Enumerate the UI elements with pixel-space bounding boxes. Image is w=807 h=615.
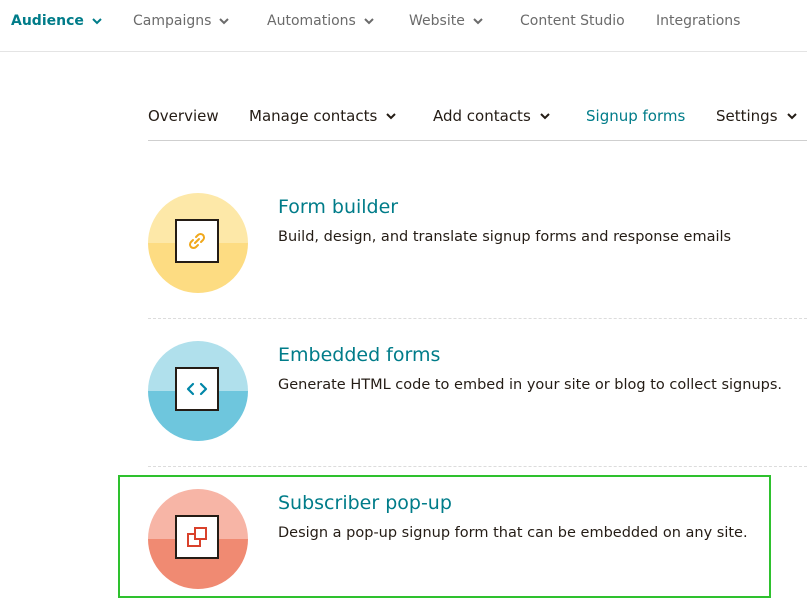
chevron-down-icon xyxy=(786,112,797,120)
divider xyxy=(148,318,807,319)
link-icon xyxy=(175,219,219,263)
tab-label: Overview xyxy=(148,107,219,125)
divider xyxy=(148,466,807,467)
top-nav-item-website[interactable]: Website xyxy=(409,13,483,29)
top-nav-item-integrations[interactable]: Integrations xyxy=(656,13,740,29)
chevron-down-icon xyxy=(473,17,483,25)
top-nav-label: Website xyxy=(409,13,465,29)
option-form-builder[interactable]: Form builder Build, design, and translat… xyxy=(148,193,807,303)
top-nav-label: Content Studio xyxy=(520,13,625,29)
tab-label: Add contacts xyxy=(433,107,531,125)
top-nav-item-content-studio[interactable]: Content Studio xyxy=(520,13,625,29)
tab-signup-forms[interactable]: Signup forms xyxy=(586,107,685,125)
embedded-forms-badge xyxy=(148,341,248,441)
sub-nav: Overview Manage contacts Add contacts Si… xyxy=(148,100,807,141)
tab-manage-contacts[interactable]: Manage contacts xyxy=(249,107,397,125)
top-nav-label: Automations xyxy=(267,13,356,29)
option-description: Generate HTML code to embed in your site… xyxy=(278,377,783,393)
top-nav-label: Audience xyxy=(11,13,84,29)
option-embedded-forms[interactable]: Embedded forms Generate HTML code to emb… xyxy=(148,341,807,451)
top-nav-item-audience[interactable]: Audience xyxy=(11,13,102,29)
option-description: Build, design, and translate signup form… xyxy=(278,229,732,245)
top-nav-item-campaigns[interactable]: Campaigns xyxy=(133,13,230,29)
option-title[interactable]: Form builder xyxy=(278,196,398,218)
highlight-box xyxy=(118,475,771,598)
chevron-down-icon xyxy=(364,17,374,25)
top-nav: Audience Campaigns Automations Website C… xyxy=(0,0,807,52)
chevron-down-icon xyxy=(540,112,550,120)
tab-label: Settings xyxy=(716,107,778,125)
tab-settings[interactable]: Settings xyxy=(716,107,797,125)
chevron-down-icon xyxy=(92,17,102,25)
option-title[interactable]: Embedded forms xyxy=(278,344,440,366)
chevron-down-icon xyxy=(219,17,230,25)
tab-overview[interactable]: Overview xyxy=(148,107,219,125)
tab-label: Manage contacts xyxy=(249,107,378,125)
chevron-down-icon xyxy=(386,112,397,120)
top-nav-label: Integrations xyxy=(656,13,741,29)
top-nav-item-automations[interactable]: Automations xyxy=(267,13,374,29)
top-nav-label: Campaigns xyxy=(133,13,212,29)
tab-label: Signup forms xyxy=(586,107,686,125)
tab-add-contacts[interactable]: Add contacts xyxy=(433,107,550,125)
form-builder-badge xyxy=(148,193,248,293)
code-icon xyxy=(175,367,219,411)
